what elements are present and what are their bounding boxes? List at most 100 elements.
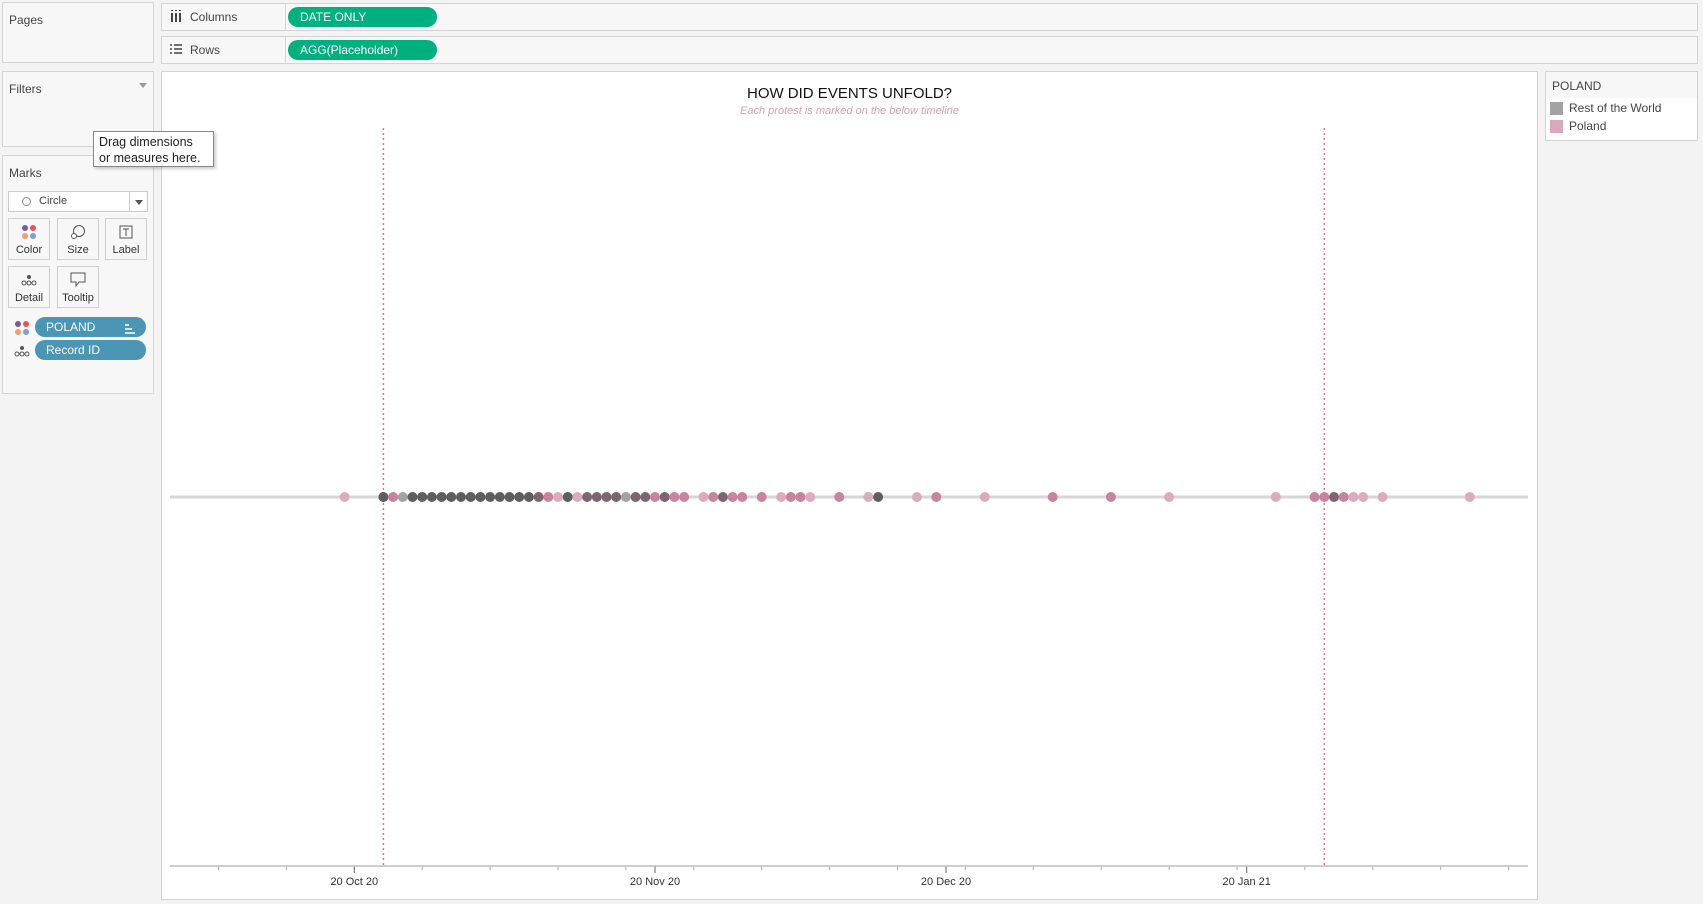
event-dot[interactable] [805, 492, 816, 502]
event-dot[interactable] [698, 492, 709, 502]
rows-shelf[interactable]: Rows AGG(Placeholder) [161, 36, 1698, 64]
detail-button[interactable]: Detail [8, 266, 50, 308]
event-dot[interactable] [1338, 492, 1349, 502]
sort-icon [124, 321, 136, 341]
event-dot[interactable] [708, 492, 719, 502]
event-dot[interactable] [640, 492, 651, 502]
event-dot[interactable] [727, 492, 738, 502]
rows-shelf-label: Rows [162, 37, 286, 63]
tooltip-label: Tooltip [62, 292, 94, 304]
event-dot[interactable] [388, 492, 399, 502]
event-dot[interactable] [475, 492, 486, 502]
event-dot[interactable] [562, 492, 573, 502]
event-dot[interactable] [543, 492, 554, 502]
event-dot[interactable] [1464, 492, 1475, 502]
event-dot[interactable] [1164, 492, 1175, 502]
event-dot[interactable] [465, 492, 476, 502]
x-tick-label: 20 Oct 20 [330, 876, 378, 888]
label-label: Label [112, 244, 140, 256]
event-dot[interactable] [591, 492, 602, 502]
event-dot[interactable] [1105, 492, 1116, 502]
event-dot[interactable] [523, 492, 534, 502]
tooltip-button[interactable]: Tooltip [57, 266, 99, 308]
columns-label: Columns [190, 10, 238, 24]
drop-hint-tooltip: Drag dimensions or measures here. [93, 131, 214, 167]
event-dot[interactable] [1329, 492, 1339, 502]
event-dot[interactable] [601, 492, 612, 502]
label-button[interactable]: Label [105, 218, 147, 260]
legend-item-rest-of-world[interactable]: Rest of the World [1546, 98, 1697, 118]
event-dot[interactable] [572, 492, 583, 502]
legend-item-poland[interactable]: Poland [1546, 118, 1697, 136]
event-dot[interactable] [417, 492, 428, 502]
size-button[interactable]: Size [57, 218, 99, 260]
event-dot[interactable] [485, 492, 496, 502]
event-dot[interactable] [426, 492, 437, 502]
event-dot[interactable] [620, 492, 631, 502]
event-dot[interactable] [1270, 492, 1281, 502]
rows-label: Rows [190, 43, 221, 57]
chevron-down-icon [129, 192, 147, 211]
event-dot[interactable] [504, 492, 515, 502]
event-dot[interactable] [834, 492, 845, 502]
event-dot[interactable] [514, 492, 525, 502]
event-dot[interactable] [630, 492, 641, 502]
filters-title: Filters [9, 82, 42, 96]
event-dot[interactable] [873, 492, 884, 502]
event-dot[interactable] [1047, 492, 1058, 502]
event-dot[interactable] [378, 492, 389, 502]
color-field-icon [14, 320, 30, 339]
event-dot[interactable] [1309, 492, 1320, 502]
event-dot[interactable] [553, 492, 563, 502]
x-tick-label: 20 Nov 20 [630, 876, 680, 888]
event-dot[interactable] [533, 492, 544, 502]
legend-label-rest-of-world: Rest of the World [1569, 101, 1662, 115]
event-dot[interactable] [1377, 492, 1388, 502]
legend-title: POLAND [1546, 72, 1697, 98]
mark-type-dropdown[interactable]: Circle [8, 191, 148, 212]
event-dot[interactable] [756, 492, 767, 502]
event-dot[interactable] [737, 492, 748, 502]
event-dot[interactable] [611, 492, 622, 502]
date-only-pill[interactable]: DATE ONLY [288, 7, 437, 27]
event-dot[interactable] [456, 492, 466, 502]
tooltip-line-1: Drag dimensions [99, 135, 193, 149]
event-dot[interactable] [446, 492, 457, 502]
agg-placeholder-pill[interactable]: AGG(Placeholder) [288, 40, 437, 60]
event-dot[interactable] [650, 492, 660, 502]
event-dot[interactable] [785, 492, 796, 502]
timeline-chart[interactable]: 20 Oct 20 20 Nov 20 20 Dec 20 20 Jan 21 [162, 72, 1537, 899]
columns-shelf[interactable]: Columns DATE ONLY [161, 3, 1698, 31]
event-dot[interactable] [339, 492, 350, 502]
viz-pane[interactable]: HOW DID EVENTS UNFOLD? Each protest is m… [161, 71, 1538, 900]
event-dot[interactable] [795, 492, 806, 502]
event-dot[interactable] [659, 492, 670, 502]
filters-menu-chevron-icon[interactable] [139, 83, 147, 88]
event-dot[interactable] [407, 492, 418, 502]
event-dot[interactable] [582, 492, 593, 502]
event-dot[interactable] [931, 492, 942, 502]
record-id-detail-pill[interactable]: Record ID [35, 340, 146, 360]
detail-field-icon [14, 345, 30, 360]
event-dot[interactable] [669, 492, 680, 502]
legend-label-poland: Poland [1569, 119, 1607, 133]
pages-card[interactable]: Pages [2, 2, 154, 63]
event-dot[interactable] [776, 492, 787, 502]
event-dot[interactable] [397, 492, 408, 502]
event-dot[interactable] [679, 492, 690, 502]
poland-color-pill[interactable]: POLAND [35, 317, 146, 337]
size-label: Size [67, 244, 89, 256]
event-dot[interactable] [1319, 492, 1330, 502]
event-dot[interactable] [1358, 492, 1369, 502]
color-legend: POLAND Rest of the World Poland [1545, 71, 1698, 141]
color-button[interactable]: Color [8, 218, 50, 260]
event-dot[interactable] [494, 492, 505, 502]
legend-swatch-poland [1550, 119, 1563, 133]
event-dot[interactable] [717, 492, 728, 502]
event-dot[interactable] [436, 492, 447, 502]
event-dot[interactable] [979, 492, 990, 502]
event-dot[interactable] [911, 492, 922, 502]
event-dot[interactable] [1348, 492, 1359, 502]
color-label: Color [15, 244, 43, 256]
event-dot[interactable] [863, 492, 874, 502]
